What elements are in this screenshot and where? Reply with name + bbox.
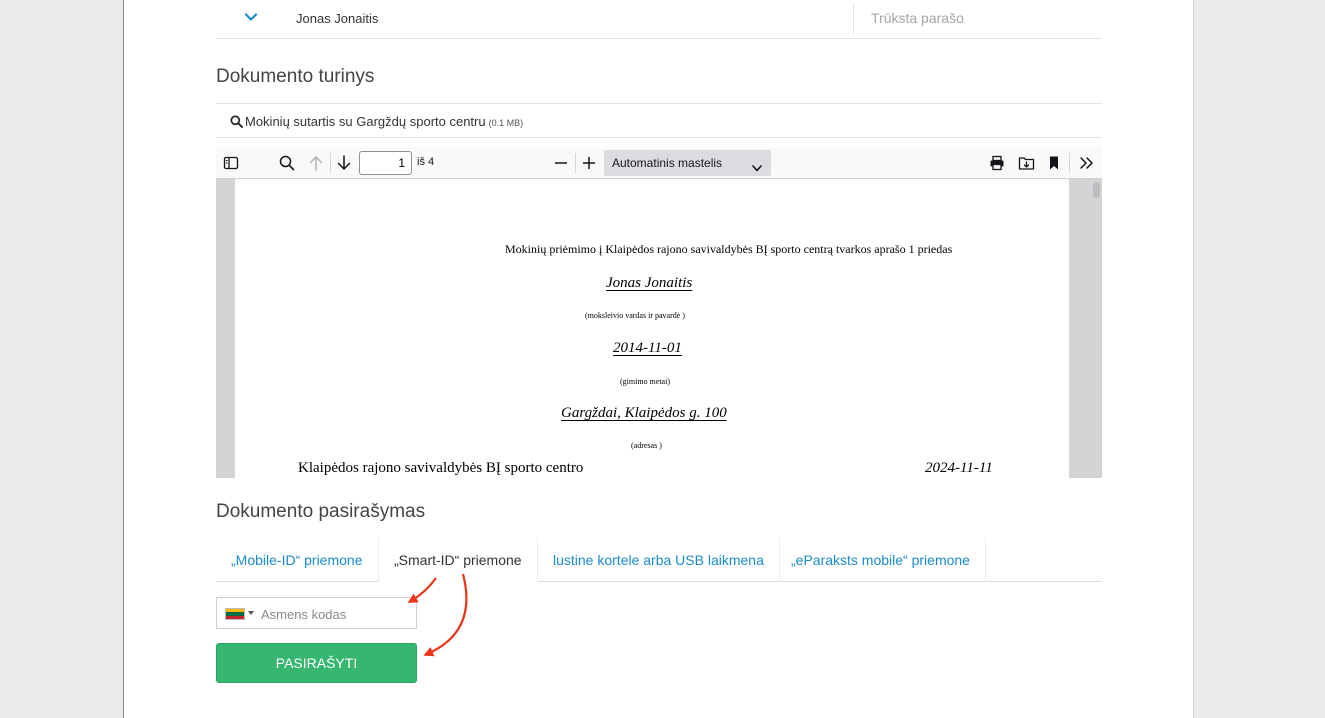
birth-date-hint: (gimimo metai) <box>620 377 670 386</box>
sign-button[interactable]: PASIRAŠYTI <box>216 643 417 683</box>
personal-code-input[interactable] <box>261 604 411 624</box>
file-name[interactable]: Mokinių sutartis su Gargždų sporto centr… <box>245 114 486 129</box>
zoom-select[interactable]: Automatinis mastelis <box>604 150 771 176</box>
birth-date: 2014-11-01 <box>613 340 682 356</box>
toolbar-separator <box>330 153 331 173</box>
page-total: iš 4 <box>417 156 435 168</box>
divider <box>853 4 854 34</box>
previous-page-icon[interactable] <box>305 153 327 173</box>
signature-status: Trūksta parašo <box>871 10 964 26</box>
file-size: (0.1 MB) <box>488 118 524 128</box>
page-container: Jonas Jonaitis Trūksta parašo Dokumento … <box>123 0 1194 718</box>
personal-code-field[interactable] <box>216 597 417 629</box>
document-heading: Mokinių priėmimo į Klaipėdos rajono savi… <box>505 242 953 256</box>
signing-section-title: Dokumento pasirašymas <box>216 501 426 522</box>
pdf-viewer: iš 4 Automatinis mastelis <box>216 147 1102 478</box>
tab-smart-id[interactable]: „Smart-ID“ priemone <box>378 538 538 582</box>
pdf-toolbar: iš 4 Automatinis mastelis <box>216 147 1102 179</box>
pdf-page: Mokinių priėmimo į Klaipėdos rajono savi… <box>235 179 1069 478</box>
toolbar-separator <box>575 153 576 173</box>
tab-smart-card-usb[interactable]: lustine kortele arba USB laikmena <box>538 538 780 581</box>
tools-icon[interactable] <box>1076 153 1098 173</box>
save-icon[interactable] <box>1015 153 1037 173</box>
signer-row[interactable]: Jonas Jonaitis Trūksta parašo <box>216 0 1102 39</box>
zoom-in-icon[interactable] <box>578 153 600 173</box>
print-icon[interactable] <box>986 153 1008 173</box>
student-name: Jonas Jonaitis <box>606 275 693 291</box>
toolbar-separator <box>1069 153 1070 173</box>
tab-eparaksts-mobile[interactable]: „eParaksts mobile“ priemone <box>776 538 986 581</box>
caret-down-icon[interactable] <box>248 611 254 615</box>
signing-method-tabs: „Mobile-ID“ priemone „Smart-ID“ priemone… <box>216 538 1102 582</box>
file-link[interactable]: Mokinių sutartis su Gargždų sporto centr… <box>245 114 523 129</box>
pdf-page-area[interactable]: Mokinių priėmimo į Klaipėdos rajono savi… <box>216 179 1102 478</box>
file-row: Mokinių sutartis su Gargždų sporto centr… <box>216 103 1102 138</box>
content-section-title: Dokumento turinys <box>216 66 375 87</box>
chevron-down-icon <box>752 159 762 177</box>
lithuania-flag-icon[interactable] <box>225 608 245 620</box>
address-hint: (adresas ) <box>631 441 662 450</box>
tab-mobile-id[interactable]: „Mobile-ID“ priemone <box>216 538 377 581</box>
zoom-out-icon[interactable] <box>550 153 572 173</box>
student-name-hint: (moksleivio vardas ir pavardė ) <box>585 311 685 320</box>
chevron-down-icon[interactable] <box>244 10 258 24</box>
scrollbar-thumb[interactable] <box>1093 182 1100 198</box>
find-icon[interactable] <box>276 153 298 173</box>
document-date: 2024-11-11 <box>925 460 993 476</box>
zoom-select-label: Automatinis mastelis <box>612 156 723 170</box>
signer-name: Jonas Jonaitis <box>296 11 379 26</box>
organization: Klaipėdos rajono savivaldybės BĮ sporto … <box>298 460 584 476</box>
page-number-input[interactable] <box>359 151 412 175</box>
address: Gargždai, Klaipėdos g. 100 <box>561 405 727 421</box>
search-icon <box>230 115 243 128</box>
next-page-icon[interactable] <box>333 153 355 173</box>
bookmark-icon[interactable] <box>1043 153 1065 173</box>
sidebar-toggle-icon[interactable] <box>220 153 242 173</box>
